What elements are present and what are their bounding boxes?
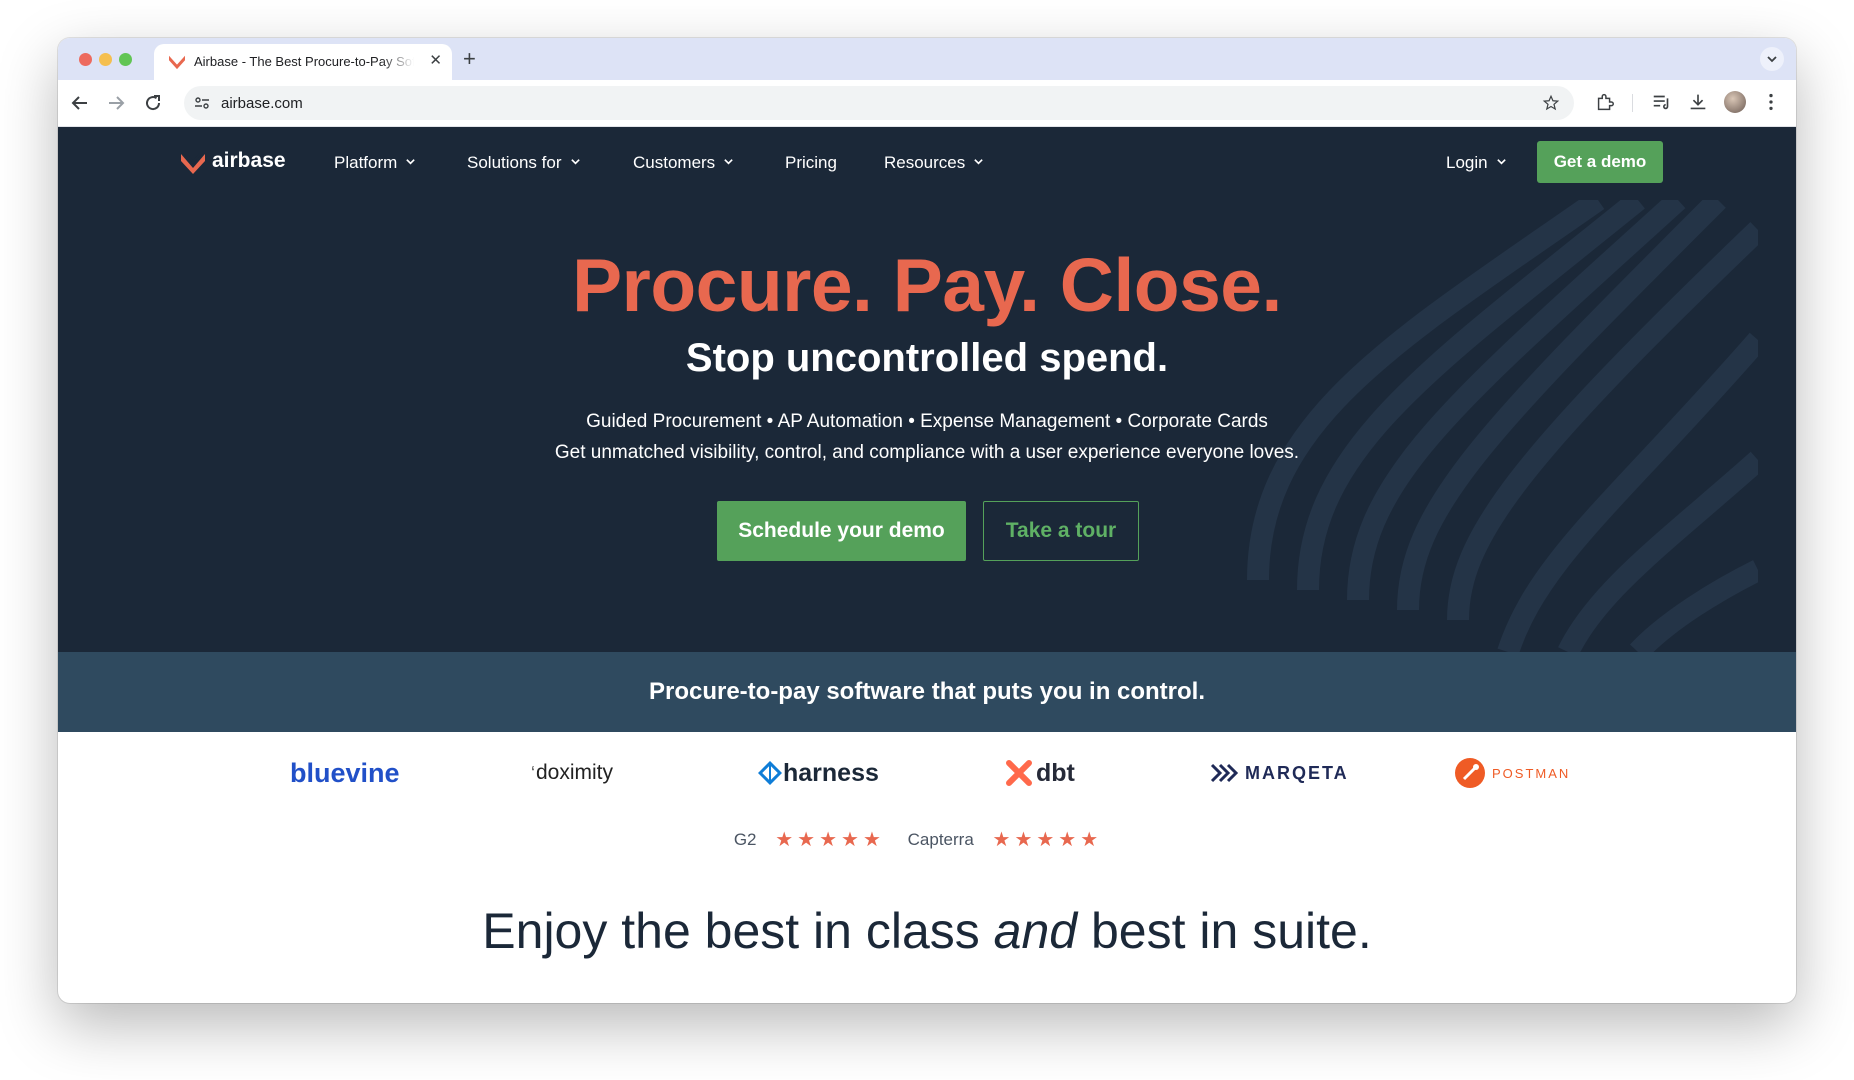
airbase-mark-icon [181, 153, 205, 174]
nav-solutions[interactable]: Solutions for [467, 153, 581, 173]
tagline-band: Procure-to-pay software that puts you in… [58, 652, 1796, 732]
schedule-demo-button[interactable]: Schedule your demo [717, 501, 966, 561]
airbase-favicon-icon [169, 55, 185, 70]
dbt-mark-icon [1006, 760, 1032, 786]
tab-search-button[interactable] [1760, 47, 1784, 71]
nav-platform[interactable]: Platform [334, 153, 416, 173]
back-icon[interactable] [68, 91, 92, 115]
nav-customers[interactable]: Customers [633, 153, 734, 173]
five-star-rating-icon: ★★★★★ [775, 829, 885, 851]
address-bar[interactable]: airbase.com [184, 86, 1574, 120]
nav-label: Solutions for [467, 153, 562, 172]
logo-text: MARQETA [1245, 762, 1349, 783]
chevron-down-icon [406, 159, 416, 165]
chevron-down-icon [1496, 159, 1506, 165]
login-menu[interactable]: Login [1446, 153, 1507, 173]
nav-resources[interactable]: Resources [884, 153, 984, 173]
logo-text: dbt [1036, 758, 1075, 787]
site-settings-icon[interactable] [194, 95, 210, 111]
login-label: Login [1446, 153, 1488, 172]
hero-description: Get unmatched visibility, control, and c… [554, 442, 1300, 463]
web-page: airbase Platform Solutions for Customers… [58, 127, 1796, 1003]
browser-tab[interactable]: Airbase - The Best Procure-to-Pay Softwa… [154, 44, 452, 80]
headline-emphasis: and [993, 903, 1078, 959]
profile-avatar[interactable] [1724, 91, 1746, 113]
logo-marqeta: MARQETA [1210, 756, 1349, 790]
forward-icon[interactable] [104, 91, 128, 115]
browser-toolbar: airbase.com [58, 80, 1796, 127]
logo-text: bluevine [290, 757, 400, 788]
chevron-down-icon [1767, 56, 1777, 63]
logo-dbt: dbt [1006, 756, 1075, 790]
reload-icon[interactable] [141, 91, 165, 115]
logo-harness: harness [758, 756, 879, 790]
chevron-down-icon [724, 159, 733, 165]
brand-wordmark: airbase [212, 149, 286, 172]
extensions-icon[interactable] [1594, 91, 1616, 113]
tab-strip: Airbase - The Best Procure-to-Pay Softwa… [58, 38, 1796, 80]
logo-text: POSTMAN [1492, 765, 1571, 781]
nav-label: Resources [884, 153, 966, 172]
tagline-text: Procure-to-pay software that puts you in… [648, 678, 1206, 705]
harness-mark-icon [758, 761, 782, 785]
download-icon[interactable] [1687, 91, 1709, 113]
take-tour-button[interactable]: Take a tour [983, 501, 1139, 561]
ratings-row: G2 ★★★★★ Capterra ★★★★★ [58, 827, 1796, 852]
rating-source-g2: G2 [733, 829, 757, 849]
browser-window: Airbase - The Best Procure-to-Pay Softwa… [58, 38, 1796, 1003]
minimize-window-button[interactable] [99, 53, 112, 66]
nav-label: Platform [334, 153, 398, 172]
toolbar-divider [1632, 94, 1633, 112]
hero-subtitle: Stop uncontrolled spend. [685, 336, 1169, 380]
logo-text: doximity [536, 761, 614, 784]
bookmark-star-icon[interactable] [1542, 94, 1560, 112]
logo-postman: POSTMAN [1454, 756, 1570, 790]
rating-source-capterra: Capterra [907, 829, 974, 849]
hero-title: Procure. Pay. Close. [572, 243, 1282, 327]
nav-pricing[interactable]: Pricing [785, 153, 837, 173]
media-queue-icon[interactable] [1651, 91, 1673, 113]
logo-doximity: ‘ doximity [531, 756, 613, 790]
nav-label: Pricing [785, 153, 837, 172]
hero-feature-list: Guided Procurement • AP Automation • Exp… [586, 411, 1268, 432]
doximity-mark-icon: ‘ [531, 762, 535, 783]
headline-text: best in suite. [1077, 903, 1372, 959]
nav-label: Customers [633, 153, 716, 172]
hero-section: Procure. Pay. Close. Stop uncontrolled s… [58, 200, 1796, 652]
close-window-button[interactable] [79, 53, 92, 66]
url-text: airbase.com [221, 95, 303, 112]
logo-text: harness [783, 758, 879, 787]
chevron-down-icon [974, 159, 984, 165]
maximize-window-button[interactable] [119, 53, 132, 66]
postman-mark-icon [1455, 758, 1485, 788]
get-demo-button[interactable]: Get a demo [1537, 141, 1663, 183]
section-headline: Enjoy the best in class and best in suit… [58, 902, 1796, 960]
headline-text: Enjoy the best in class [482, 903, 994, 959]
new-tab-button[interactable]: + [463, 46, 476, 72]
close-tab-icon[interactable]: ✕ [429, 51, 442, 69]
site-navbar: airbase Platform Solutions for Customers… [58, 127, 1796, 200]
logo-bluevine: bluevine [290, 756, 400, 790]
customer-logos: bluevine ‘ doximity harness dbt MARQETA … [58, 732, 1796, 832]
chevron-down-icon [570, 159, 580, 165]
marqeta-mark-icon [1210, 763, 1239, 783]
more-menu-icon[interactable] [1760, 91, 1782, 113]
tab-title: Airbase - The Best Procure-to-Pay Softwa… [194, 54, 414, 69]
five-star-rating-icon: ★★★★★ [992, 829, 1103, 851]
